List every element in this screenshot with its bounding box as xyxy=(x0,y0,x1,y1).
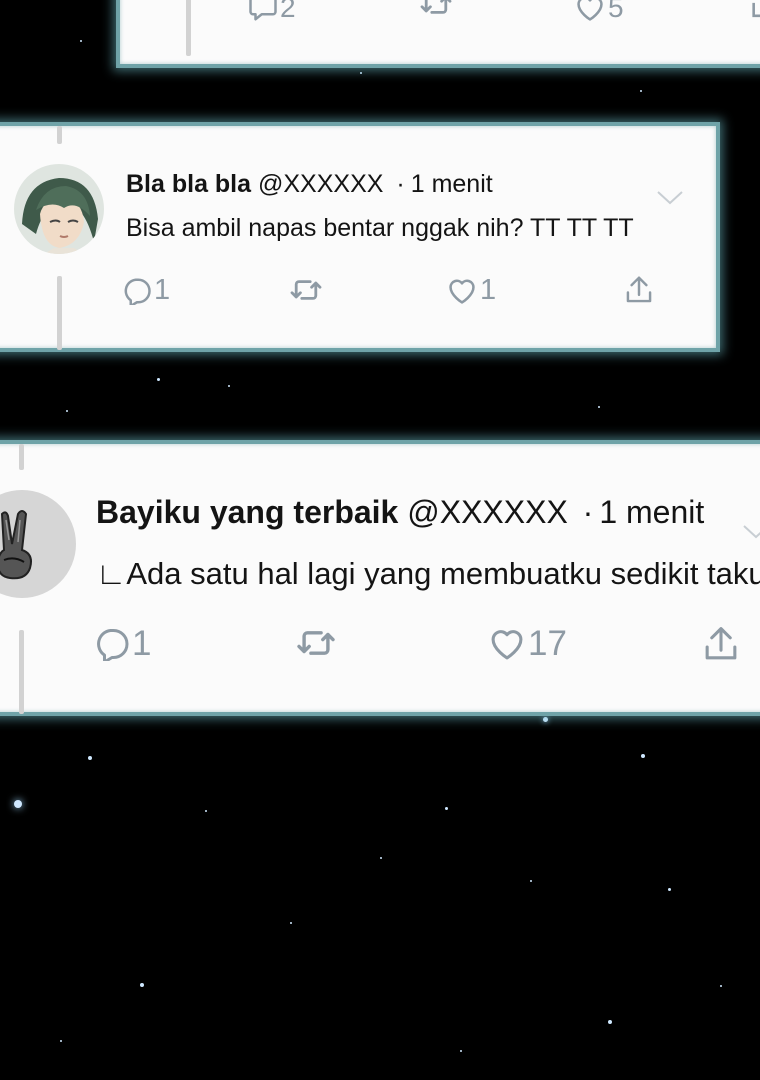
star xyxy=(380,857,382,859)
star xyxy=(598,406,600,408)
tweet-menu-button[interactable] xyxy=(656,190,684,211)
star xyxy=(720,985,722,987)
star xyxy=(460,1050,462,1052)
share-button[interactable] xyxy=(748,0,760,18)
avatar[interactable] xyxy=(0,490,76,598)
star xyxy=(80,40,82,42)
reply-count: 2 xyxy=(280,0,296,23)
retweet-button[interactable] xyxy=(286,276,326,304)
anime-character-avatar-icon xyxy=(14,164,104,254)
reply-count: 1 xyxy=(132,624,152,663)
handle[interactable]: @XXXXXX xyxy=(258,170,383,198)
star xyxy=(60,1040,62,1042)
star xyxy=(608,1020,612,1024)
star xyxy=(228,385,230,387)
tweet-card-top-partial[interactable]: 2 5 xyxy=(116,0,760,68)
reply-icon xyxy=(94,627,130,661)
retweet-icon xyxy=(286,276,326,304)
thread-line xyxy=(186,0,191,56)
share-icon xyxy=(748,0,760,18)
star xyxy=(66,410,68,412)
tweet-card[interactable]: Bla bla bla @XXXXXX · 1 menit Bisa ambil … xyxy=(0,122,720,352)
like-icon xyxy=(446,277,478,305)
like-count: 17 xyxy=(528,624,567,663)
like-button[interactable]: 17 xyxy=(488,624,567,664)
like-count: 1 xyxy=(480,274,497,306)
chevron-down-icon xyxy=(743,525,760,539)
star xyxy=(445,807,448,810)
star xyxy=(543,717,548,722)
separator: · xyxy=(582,494,594,530)
thread-line xyxy=(19,630,24,714)
star xyxy=(290,922,292,924)
reply-button[interactable]: 1 xyxy=(122,274,170,307)
retweet-button[interactable] xyxy=(292,626,340,660)
like-count: 5 xyxy=(608,0,624,23)
share-icon xyxy=(702,624,740,664)
share-button[interactable] xyxy=(702,624,740,664)
star xyxy=(641,754,645,758)
like-icon xyxy=(488,627,526,661)
like-icon xyxy=(574,0,606,22)
like-button[interactable]: 1 xyxy=(446,274,496,307)
share-icon xyxy=(624,274,654,306)
star xyxy=(14,800,22,808)
reply-button[interactable]: 1 xyxy=(94,624,151,664)
tweet-menu-button[interactable] xyxy=(742,524,760,545)
handle[interactable]: @XXXXXX xyxy=(407,494,568,530)
star xyxy=(88,756,92,760)
avatar[interactable] xyxy=(14,164,104,254)
share-button[interactable] xyxy=(624,274,654,306)
tweet-card[interactable]: Bayiku yang terbaik @XXXXXX · 1 menit ∟Ad… xyxy=(0,440,760,716)
retweet-button[interactable] xyxy=(416,0,456,18)
thread-line xyxy=(57,276,62,350)
separator: · xyxy=(396,170,405,198)
reply-button[interactable]: 2 xyxy=(248,0,296,24)
tweet-header: Bla bla bla @XXXXXX · 1 menit xyxy=(126,170,493,199)
reply-icon xyxy=(248,0,278,22)
star xyxy=(640,90,642,92)
like-button[interactable]: 5 xyxy=(574,0,624,24)
thread-line xyxy=(19,444,24,470)
display-name[interactable]: Bayiku yang terbaik xyxy=(96,494,398,530)
star xyxy=(530,880,532,882)
chevron-down-icon xyxy=(657,191,683,205)
retweet-icon xyxy=(416,0,456,18)
peace-sign-avatar-icon xyxy=(0,490,76,598)
retweet-icon xyxy=(292,626,340,660)
tweet-text: Bisa ambil napas bentar nggak nih? TT TT… xyxy=(126,214,634,242)
star xyxy=(668,888,671,891)
star xyxy=(140,983,144,987)
tweet-text: ∟Ada satu hal lagi yang membuatku sediki… xyxy=(96,556,760,591)
star xyxy=(205,810,207,812)
reply-count: 1 xyxy=(154,274,171,306)
display-name[interactable]: Bla bla bla xyxy=(126,170,251,198)
thread-line xyxy=(57,126,62,144)
tweet-header: Bayiku yang terbaik @XXXXXX · 1 menit xyxy=(96,494,704,531)
star xyxy=(157,378,160,381)
timestamp[interactable]: 1 menit xyxy=(599,494,704,530)
reply-icon xyxy=(122,277,152,305)
star xyxy=(360,72,362,74)
timestamp[interactable]: 1 menit xyxy=(411,170,493,198)
